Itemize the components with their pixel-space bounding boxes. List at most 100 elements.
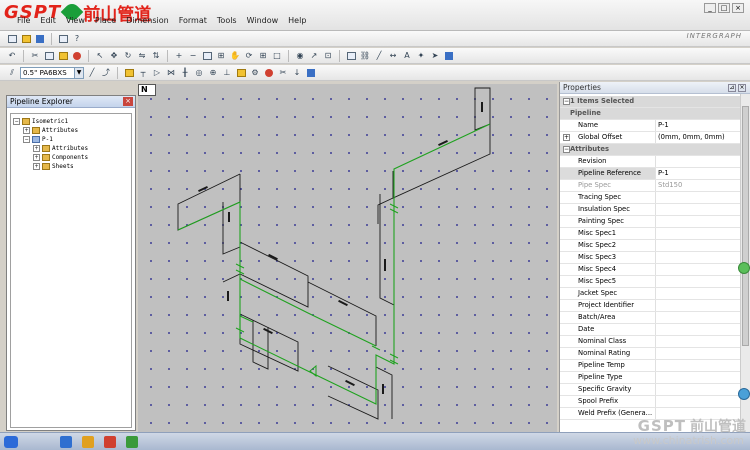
menu-help[interactable]: Help <box>283 15 311 27</box>
bolt-icon[interactable]: ⚙ <box>249 67 261 79</box>
dimension-icon[interactable]: ↔ <box>387 50 399 62</box>
cut-icon[interactable]: ✂ <box>29 50 41 62</box>
tree-item-p1-attributes[interactable]: + Attributes <box>33 144 88 153</box>
cut-pipe-icon[interactable]: ✂ <box>277 67 289 79</box>
tree-item-sheets[interactable]: + Sheets <box>33 162 74 171</box>
expand-toggle[interactable]: + <box>563 134 570 141</box>
grid-icon[interactable]: ⊞ <box>257 50 269 62</box>
menu-place[interactable]: Place <box>90 15 121 27</box>
property-row[interactable]: Nominal Class <box>560 336 740 348</box>
property-value[interactable] <box>656 372 740 383</box>
tree-item-p1[interactable]: − P-1 <box>23 135 53 144</box>
paste-icon[interactable] <box>57 50 69 62</box>
property-value[interactable] <box>656 276 740 287</box>
side-widget-icon[interactable] <box>738 262 750 274</box>
property-row[interactable]: Pipeline Reference P-1 <box>560 168 740 180</box>
arrow-down-icon[interactable]: ↓ <box>291 67 303 79</box>
spool-icon[interactable] <box>263 67 275 79</box>
pointer-icon[interactable]: ↗ <box>308 50 320 62</box>
menu-tools[interactable]: Tools <box>212 15 242 27</box>
property-row[interactable]: Spool Prefix <box>560 396 740 408</box>
draw-pipe-icon[interactable]: ╱ <box>86 67 98 79</box>
property-row[interactable]: Name P-1 <box>560 120 740 132</box>
help-icon[interactable]: ? <box>71 33 83 45</box>
property-value[interactable]: P-1 <box>656 120 740 131</box>
layer-icon[interactable] <box>345 50 357 62</box>
property-row[interactable]: Pipe Spec Std150 <box>560 180 740 192</box>
close-icon[interactable]: × <box>738 84 746 92</box>
property-row[interactable]: Project Identifier <box>560 300 740 312</box>
elbow-icon[interactable] <box>123 67 135 79</box>
side-widget-icon[interactable] <box>738 388 750 400</box>
folder-icon[interactable] <box>82 436 94 448</box>
flow-arrow-icon[interactable]: ➤ <box>429 50 441 62</box>
property-value[interactable] <box>656 300 740 311</box>
new-file-icon[interactable] <box>6 33 18 45</box>
link-icon[interactable]: ⛓ <box>359 50 371 62</box>
pipe-icon[interactable]: ⫽ <box>6 67 18 79</box>
start-button[interactable] <box>4 436 18 448</box>
text-icon[interactable]: A <box>401 50 413 62</box>
tee-icon[interactable]: ┬ <box>137 67 149 79</box>
monitor-icon[interactable] <box>443 50 455 62</box>
property-row[interactable]: Pipeline Temp <box>560 360 740 372</box>
move-icon[interactable]: ✥ <box>108 50 120 62</box>
scrollbar-thumb[interactable] <box>742 106 749 346</box>
snap-icon[interactable]: ⊡ <box>322 50 334 62</box>
delete-icon[interactable] <box>71 50 83 62</box>
spec-change-icon[interactable] <box>305 67 317 79</box>
property-row[interactable]: + Global Offset (0mm, 0mm, 0mm) <box>560 132 740 144</box>
property-value[interactable] <box>656 288 740 299</box>
maximize-button[interactable]: □ <box>718 3 730 13</box>
property-category[interactable]: − Attributes <box>560 144 740 156</box>
mirror-icon[interactable]: ⇋ <box>136 50 148 62</box>
flip-icon[interactable]: ⇅ <box>150 50 162 62</box>
property-row[interactable]: Nominal Rating <box>560 348 740 360</box>
property-value[interactable] <box>656 264 740 275</box>
close-icon[interactable]: × <box>123 97 133 106</box>
minimize-button[interactable]: _ <box>704 3 716 13</box>
valve-icon[interactable]: ⋈ <box>165 67 177 79</box>
menu-dimension[interactable]: Dimension <box>121 15 174 27</box>
property-row[interactable]: Painting Spec <box>560 216 740 228</box>
property-value[interactable] <box>656 348 740 359</box>
open-folder-icon[interactable] <box>20 33 32 45</box>
property-value[interactable] <box>656 240 740 251</box>
reducer-icon[interactable]: ▷ <box>151 67 163 79</box>
collapse-toggle[interactable]: − <box>563 98 570 105</box>
menu-file[interactable]: File <box>12 15 35 27</box>
tree-item-components[interactable]: + Components <box>33 153 88 162</box>
pan-icon[interactable]: ✋ <box>229 50 241 62</box>
menu-view[interactable]: View <box>61 15 90 27</box>
view-icon[interactable]: ◉ <box>294 50 306 62</box>
property-value[interactable]: (0mm, 0mm, 0mm) <box>656 132 740 143</box>
property-row[interactable]: Batch/Area <box>560 312 740 324</box>
property-value[interactable] <box>656 324 740 335</box>
collapse-toggle[interactable]: − <box>13 118 20 125</box>
gasket-icon[interactable]: ◎ <box>193 67 205 79</box>
size-spec-select[interactable]: 0.5" PA6BXS ▼ <box>20 66 84 79</box>
isometric-drawing-canvas[interactable]: N <box>138 84 557 432</box>
property-value[interactable] <box>656 252 740 263</box>
property-value[interactable] <box>656 156 740 167</box>
rotate-icon[interactable]: ↻ <box>122 50 134 62</box>
property-row[interactable]: Tracing Spec <box>560 192 740 204</box>
property-value[interactable] <box>656 228 740 239</box>
property-value[interactable] <box>656 216 740 227</box>
flange-icon[interactable]: ╫ <box>179 67 191 79</box>
expand-toggle[interactable]: + <box>33 154 40 161</box>
line-icon[interactable]: ╱ <box>373 50 385 62</box>
copy-icon[interactable] <box>43 50 55 62</box>
property-row[interactable]: Pipeline Type <box>560 372 740 384</box>
browser-icon[interactable] <box>60 436 72 448</box>
tree-item-attributes[interactable]: + Attributes <box>23 126 78 135</box>
expand-toggle[interactable]: + <box>33 145 40 152</box>
pin-icon[interactable]: ⊿ <box>728 84 736 92</box>
property-row[interactable]: Misc Spec2 <box>560 240 740 252</box>
property-value[interactable] <box>656 360 740 371</box>
zoom-in-icon[interactable]: + <box>173 50 185 62</box>
property-value[interactable] <box>656 312 740 323</box>
property-value[interactable] <box>656 336 740 347</box>
fit-icon[interactable]: ⊞ <box>215 50 227 62</box>
expand-toggle[interactable]: + <box>23 127 30 134</box>
